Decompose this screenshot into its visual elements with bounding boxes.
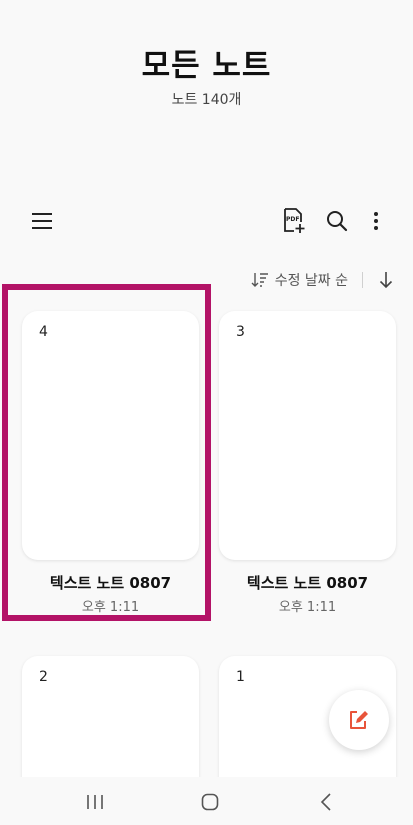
search-icon [327, 211, 348, 232]
sort-icon [251, 273, 268, 287]
note-card[interactable]: 3 [219, 311, 396, 560]
note-time: 오후 1:11 [81, 600, 140, 615]
sort-option-button[interactable]: 수정 날짜 순 [251, 270, 348, 290]
note-preview-text: 3 [236, 324, 245, 340]
menu-button[interactable] [25, 204, 59, 238]
hamburger-menu-icon [32, 213, 52, 229]
home-button[interactable] [190, 787, 230, 817]
note-preview-text: 2 [39, 669, 48, 685]
sort-label: 수정 날짜 순 [274, 273, 348, 289]
sort-bar: 수정 날짜 순 [251, 268, 393, 292]
back-button[interactable] [306, 787, 346, 817]
note-time: 오후 1:11 [278, 600, 337, 615]
arrow-down-icon [379, 272, 393, 289]
more-vertical-icon [374, 212, 378, 230]
note-card[interactable]: 4 [22, 311, 199, 560]
sort-divider [362, 272, 363, 288]
recent-apps-icon [87, 795, 103, 809]
more-options-button[interactable] [359, 204, 393, 238]
search-button[interactable] [320, 204, 354, 238]
compose-note-icon [350, 711, 368, 729]
note-preview-text: 1 [236, 669, 245, 685]
pdf-import-button[interactable]: PDF [277, 204, 311, 238]
note-count: 노트 140개 [171, 92, 242, 108]
recent-apps-button[interactable] [75, 787, 115, 817]
page-title: 모든 노트 [141, 48, 272, 84]
back-icon [320, 793, 331, 811]
note-preview-text: 4 [39, 324, 48, 340]
note-title: 텍스트 노트 0807 [49, 574, 172, 592]
system-navigation-bar [0, 777, 413, 825]
sort-direction-button[interactable] [379, 271, 393, 289]
pdf-add-icon: PDF [284, 208, 305, 233]
new-note-button[interactable] [329, 690, 389, 750]
home-icon [201, 793, 219, 811]
svg-text:PDF: PDF [286, 216, 299, 223]
note-title: 텍스트 노트 0807 [246, 574, 369, 592]
